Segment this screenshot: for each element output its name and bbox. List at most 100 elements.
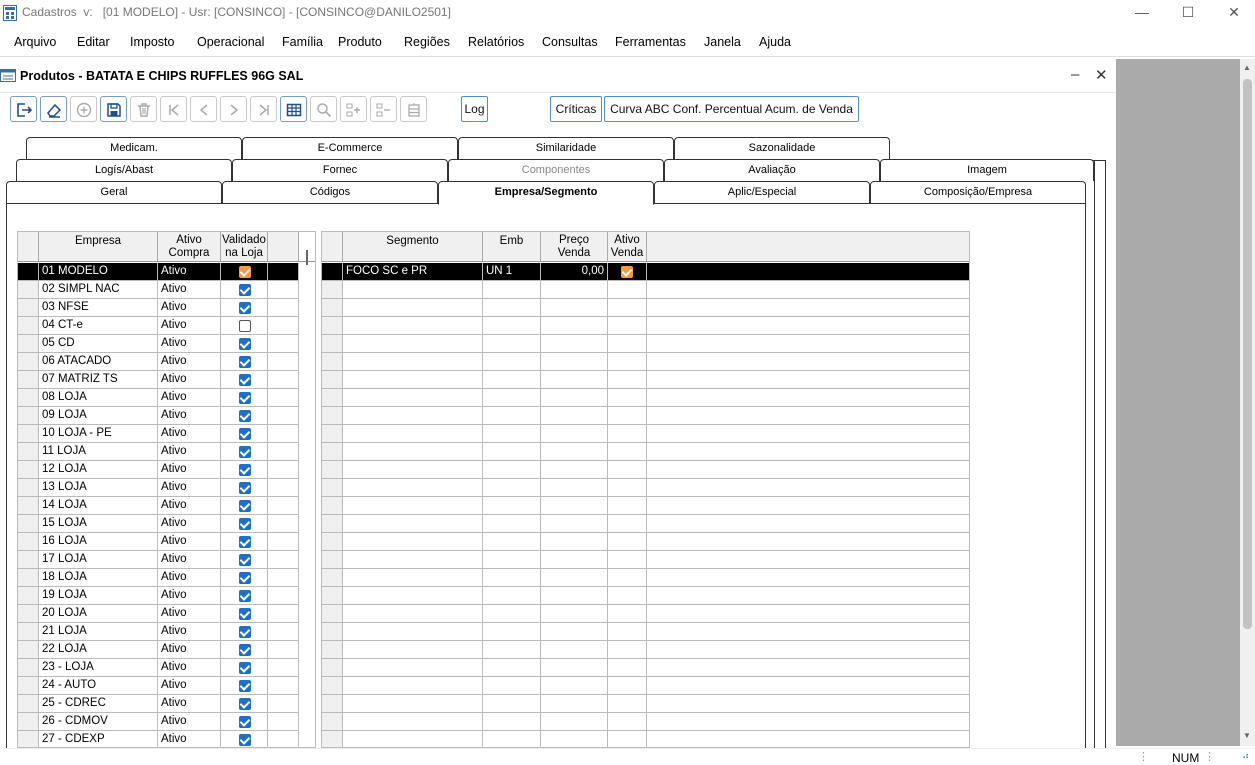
cell-ativo-venda[interactable] — [608, 425, 647, 443]
cell-ativo-venda[interactable] — [608, 461, 647, 479]
cell-ativo-compra[interactable]: Ativo — [158, 371, 221, 389]
col-header-preco-venda[interactable]: Preço Venda — [541, 232, 608, 262]
validado-checkbox[interactable] — [239, 554, 251, 566]
cell-preco-venda[interactable] — [541, 299, 608, 317]
cell-ativo-venda[interactable] — [608, 317, 647, 335]
cell-emb[interactable] — [483, 569, 541, 587]
table-row[interactable] — [322, 605, 969, 623]
cell-preco-venda[interactable] — [541, 533, 608, 551]
table-row[interactable]: 24 - AUTO Ativo — [18, 677, 299, 695]
cell-ativo-venda[interactable] — [608, 263, 647, 281]
tab-medicam[interactable]: Medicam. — [26, 137, 242, 159]
menu-ferramentas[interactable]: Ferramentas — [615, 35, 686, 49]
cell-ativo-compra[interactable]: Ativo — [158, 623, 221, 641]
maximize-button[interactable]: ☐ — [1173, 3, 1203, 23]
cell-preco-venda[interactable] — [541, 623, 608, 641]
row-header-cell[interactable] — [18, 515, 39, 533]
validado-checkbox[interactable] — [239, 662, 251, 674]
cell-preco-venda[interactable] — [541, 551, 608, 569]
row-header-cell[interactable] — [322, 731, 343, 747]
row-header-cell[interactable] — [322, 533, 343, 551]
table-row[interactable]: 04 CT-e Ativo — [18, 317, 299, 335]
row-header-cell[interactable] — [322, 263, 343, 281]
cell-ativo-venda[interactable] — [608, 299, 647, 317]
row-header-cell[interactable] — [322, 479, 343, 497]
cell-preco-venda[interactable] — [541, 461, 608, 479]
cell-ativo-compra[interactable]: Ativo — [158, 461, 221, 479]
cell-emb[interactable] — [483, 551, 541, 569]
add-button[interactable] — [70, 96, 97, 122]
close-button[interactable]: ✕ — [1219, 3, 1249, 23]
row-header-cell[interactable] — [322, 407, 343, 425]
table-row[interactable]: 16 LOJA Ativo — [18, 533, 299, 551]
table-row[interactable]: 06 ATACADO Ativo — [18, 353, 299, 371]
validado-checkbox[interactable] — [239, 338, 251, 350]
cell-emb[interactable]: UN 1 — [483, 263, 541, 281]
cell-preco-venda[interactable] — [541, 335, 608, 353]
row-header-cell[interactable] — [18, 281, 39, 299]
validado-checkbox[interactable] — [239, 374, 251, 386]
cell-empresa[interactable]: 21 LOJA — [39, 623, 158, 641]
validado-checkbox[interactable] — [239, 464, 251, 476]
cell-preco-venda[interactable] — [541, 605, 608, 623]
cell-empresa[interactable]: 26 - CDMOV — [39, 713, 158, 731]
cell-emb[interactable] — [483, 533, 541, 551]
cell-empresa[interactable]: 05 CD — [39, 335, 158, 353]
table-row[interactable]: 23 - LOJA Ativo — [18, 659, 299, 677]
menu-produto[interactable]: Produto — [338, 35, 382, 49]
table-row[interactable] — [322, 317, 969, 335]
scrollbar-thumb[interactable] — [1243, 79, 1252, 629]
cell-emb[interactable] — [483, 443, 541, 461]
ativo-venda-checkbox[interactable] — [621, 266, 633, 278]
row-header-cell[interactable] — [18, 641, 39, 659]
cell-empresa[interactable]: 17 LOJA — [39, 551, 158, 569]
row-header-cell[interactable] — [322, 515, 343, 533]
row-header-cell[interactable] — [18, 623, 39, 641]
vertical-scrollbar[interactable]: ▲ ▼ — [1240, 59, 1255, 746]
row-header-cell[interactable] — [322, 641, 343, 659]
table-row[interactable]: 17 LOJA Ativo — [18, 551, 299, 569]
cell-empresa[interactable]: 23 - LOJA — [39, 659, 158, 677]
table-row[interactable] — [322, 425, 969, 443]
previous-record-button[interactable] — [190, 96, 217, 122]
row-header-cell[interactable] — [322, 335, 343, 353]
cell-segmento[interactable] — [343, 443, 483, 461]
validado-checkbox[interactable] — [239, 482, 251, 494]
cell-ativo-venda[interactable] — [608, 731, 647, 747]
cell-ativo-compra[interactable]: Ativo — [158, 281, 221, 299]
cell-preco-venda[interactable] — [541, 281, 608, 299]
validado-checkbox[interactable] — [239, 428, 251, 440]
clear-button[interactable] — [40, 96, 67, 122]
cell-emb[interactable] — [483, 695, 541, 713]
cell-segmento[interactable] — [343, 479, 483, 497]
validado-checkbox[interactable] — [239, 356, 251, 368]
tab-fornec[interactable]: Fornec — [232, 159, 448, 181]
cell-empresa[interactable]: 04 CT-e — [39, 317, 158, 335]
row-header-cell[interactable] — [322, 623, 343, 641]
cell-emb[interactable] — [483, 335, 541, 353]
cell-emb[interactable] — [483, 623, 541, 641]
cell-segmento[interactable] — [343, 551, 483, 569]
tab-similaridade[interactable]: Similaridade — [458, 137, 674, 159]
cell-segmento[interactable] — [343, 587, 483, 605]
menu-familia[interactable]: Família — [282, 35, 323, 49]
row-header-cell[interactable] — [18, 317, 39, 335]
table-row[interactable]: 05 CD Ativo — [18, 335, 299, 353]
cell-segmento[interactable] — [343, 461, 483, 479]
table-row[interactable] — [322, 551, 969, 569]
cell-preco-venda[interactable] — [541, 443, 608, 461]
cell-segmento[interactable] — [343, 371, 483, 389]
row-header-cell[interactable] — [322, 353, 343, 371]
cell-emb[interactable] — [483, 407, 541, 425]
table-row[interactable] — [322, 281, 969, 299]
cell-preco-venda[interactable] — [541, 479, 608, 497]
cell-ativo-compra[interactable]: Ativo — [158, 659, 221, 677]
row-header-cell[interactable] — [18, 353, 39, 371]
cell-segmento[interactable] — [343, 281, 483, 299]
cell-emb[interactable] — [483, 353, 541, 371]
table-row[interactable]: 26 - CDMOV Ativo — [18, 713, 299, 731]
validado-checkbox[interactable] — [239, 536, 251, 548]
cell-empresa[interactable]: 18 LOJA — [39, 569, 158, 587]
cell-segmento[interactable] — [343, 695, 483, 713]
cell-ativo-venda[interactable] — [608, 371, 647, 389]
